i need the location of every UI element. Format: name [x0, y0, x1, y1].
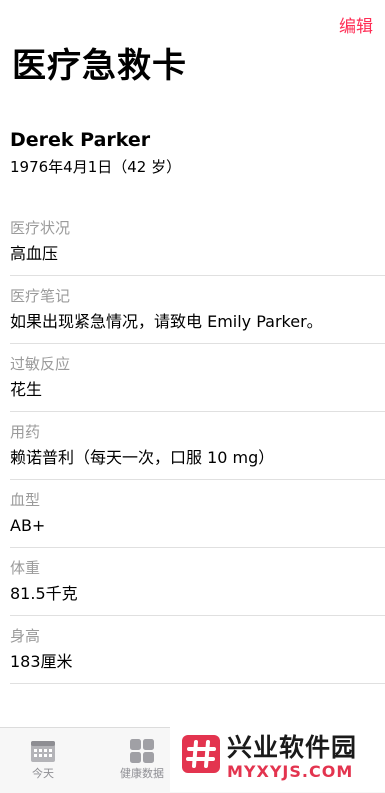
- field-value: 81.5千克: [10, 584, 78, 603]
- field-allergies: 过敏反应 花生: [10, 344, 385, 412]
- field-value: AB+: [10, 516, 46, 535]
- watermark-title: 兴业软件园: [227, 733, 358, 762]
- field-label: 用药: [10, 423, 41, 441]
- field-medical-conditions: 医疗状况 高血压: [10, 208, 385, 276]
- field-medical-notes: 医疗笔记 如果出现紧急情况，请致电 Emily Parker。: [10, 276, 385, 344]
- page-title: 医疗急救卡: [12, 46, 187, 86]
- site-watermark: 兴业软件园 MYXYJS.COM: [170, 727, 385, 792]
- profile-section: Derek Parker 1976年4月1日（42 岁）: [10, 131, 181, 175]
- field-label: 过敏反应: [10, 355, 71, 373]
- field-value: 赖诺普利（每天一次，口服 10 mg）: [10, 448, 275, 467]
- watermark-url: MYXYJS.COM: [227, 762, 354, 781]
- field-value: 花生: [10, 380, 43, 399]
- edit-button[interactable]: 编辑: [339, 12, 373, 37]
- profile-name: Derek Parker: [10, 129, 151, 151]
- field-label: 医疗笔记: [10, 287, 71, 305]
- field-label: 身高: [10, 627, 41, 645]
- field-weight: 体重 81.5千克: [10, 548, 385, 616]
- field-medications: 用药 赖诺普利（每天一次，口服 10 mg）: [10, 412, 385, 480]
- tab-today[interactable]: 今天: [3, 728, 83, 793]
- field-label: 医疗状况: [10, 219, 71, 237]
- medical-fields: 医疗状况 高血压 医疗笔记 如果出现紧急情况，请致电 Emily Parker。…: [0, 208, 385, 684]
- tab-label: 今天: [32, 767, 54, 780]
- medical-id-content: Derek Parker 1976年4月1日（42 岁） 医疗状况 高血压 医疗…: [0, 101, 385, 727]
- field-value: 高血压: [10, 244, 59, 263]
- field-height: 身高 183厘米: [10, 616, 385, 684]
- hash-logo-icon: [182, 735, 220, 773]
- grid-icon: [129, 738, 155, 764]
- field-label: 体重: [10, 559, 41, 577]
- field-blood-type: 血型 AB+: [10, 480, 385, 548]
- calendar-icon: [30, 738, 56, 764]
- navigation-bar: 编辑 医疗急救卡: [0, 0, 385, 102]
- profile-birthdate: 1976年4月1日（42 岁）: [10, 158, 182, 176]
- field-value: 183厘米: [10, 652, 73, 671]
- field-value: 如果出现紧急情况，请致电 Emily Parker。: [10, 312, 323, 331]
- field-label: 血型: [10, 491, 41, 509]
